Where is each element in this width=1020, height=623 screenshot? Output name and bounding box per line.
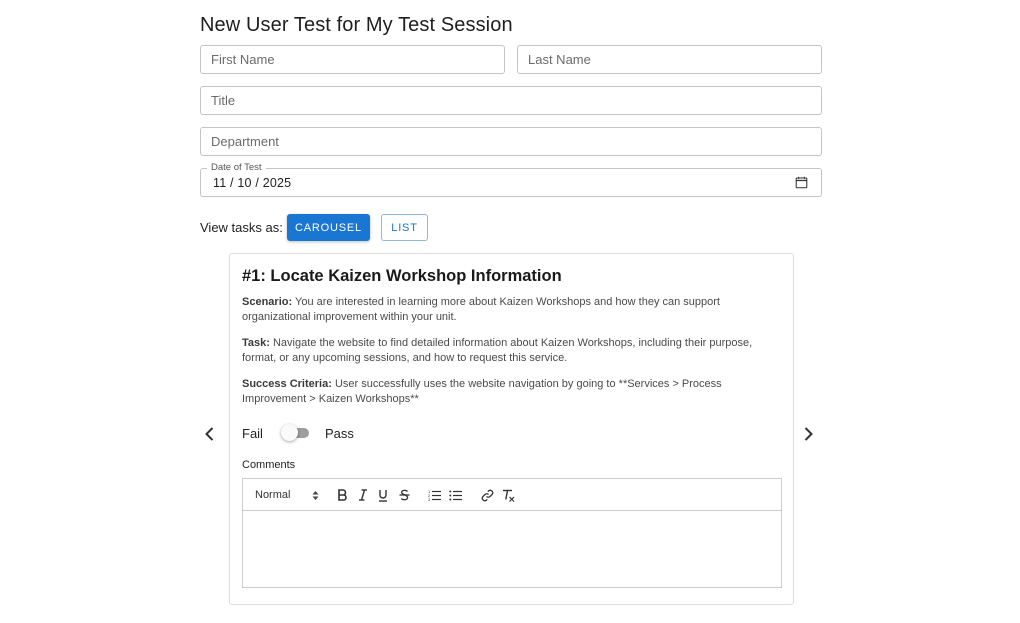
list-button[interactable]: LIST xyxy=(381,214,428,241)
pass-fail-toggle[interactable] xyxy=(280,424,311,442)
chevron-right-icon[interactable] xyxy=(799,425,817,443)
format-select-value: Normal xyxy=(255,489,291,501)
ordered-list-icon[interactable]: 123 xyxy=(427,488,441,502)
carousel-button[interactable]: CAROUSEL xyxy=(287,214,370,241)
pass-fail-row: Fail Pass xyxy=(242,424,354,442)
date-of-test-value[interactable]: 11 / 10 / 2025 xyxy=(213,176,291,190)
view-tasks-label: View tasks as: xyxy=(200,220,283,235)
first-name-input[interactable] xyxy=(201,46,504,73)
pass-label: Pass xyxy=(324,425,354,441)
bullet-list-icon[interactable] xyxy=(448,488,462,502)
date-of-test-label: Date of Test xyxy=(207,162,266,174)
calendar-icon[interactable] xyxy=(795,176,808,189)
title-input[interactable] xyxy=(201,87,821,114)
task-label: Task: xyxy=(242,337,270,349)
last-name-field[interactable] xyxy=(517,45,822,74)
underline-icon[interactable] xyxy=(376,488,390,502)
fail-label: Fail xyxy=(242,425,263,441)
first-name-field[interactable] xyxy=(200,45,505,74)
strike-icon[interactable] xyxy=(397,488,411,502)
task-paragraph: Task: Navigate the website to find detai… xyxy=(242,336,784,366)
page-title: New User Test for My Test Session xyxy=(200,14,513,36)
link-icon[interactable] xyxy=(480,488,494,502)
editor-toolbar: Normal 123 xyxy=(243,479,781,511)
select-arrows-icon xyxy=(312,490,319,500)
department-field[interactable] xyxy=(200,127,822,156)
date-of-test-field[interactable]: Date of Test 11 / 10 / 2025 xyxy=(200,162,822,197)
scenario-paragraph: Scenario: You are interested in learning… xyxy=(242,295,784,325)
comments-editor: Normal 123 xyxy=(242,478,782,588)
chevron-left-icon[interactable] xyxy=(201,425,219,443)
task-heading: #1: Locate Kaizen Workshop Information xyxy=(242,267,562,285)
scenario-label: Scenario: xyxy=(242,296,293,308)
italic-icon[interactable] xyxy=(356,488,370,502)
scenario-text: You are interested in learning more abou… xyxy=(242,296,720,323)
comments-text-area[interactable] xyxy=(243,511,781,587)
format-select[interactable]: Normal xyxy=(255,488,319,502)
success-criteria-label: Success Criteria: xyxy=(242,378,332,390)
task-card: #1: Locate Kaizen Workshop Information S… xyxy=(229,253,794,605)
department-input[interactable] xyxy=(201,128,821,155)
comments-label: Comments xyxy=(242,459,296,471)
clear-format-icon[interactable] xyxy=(501,488,515,502)
task-text: Navigate the website to find detailed in… xyxy=(242,337,753,364)
last-name-input[interactable] xyxy=(518,46,821,73)
success-criteria-paragraph: Success Criteria: User successfully uses… xyxy=(242,377,784,407)
toggle-thumb[interactable] xyxy=(280,424,298,441)
svg-text:3: 3 xyxy=(428,497,431,501)
title-field[interactable] xyxy=(200,86,822,115)
bold-icon[interactable] xyxy=(335,488,349,502)
